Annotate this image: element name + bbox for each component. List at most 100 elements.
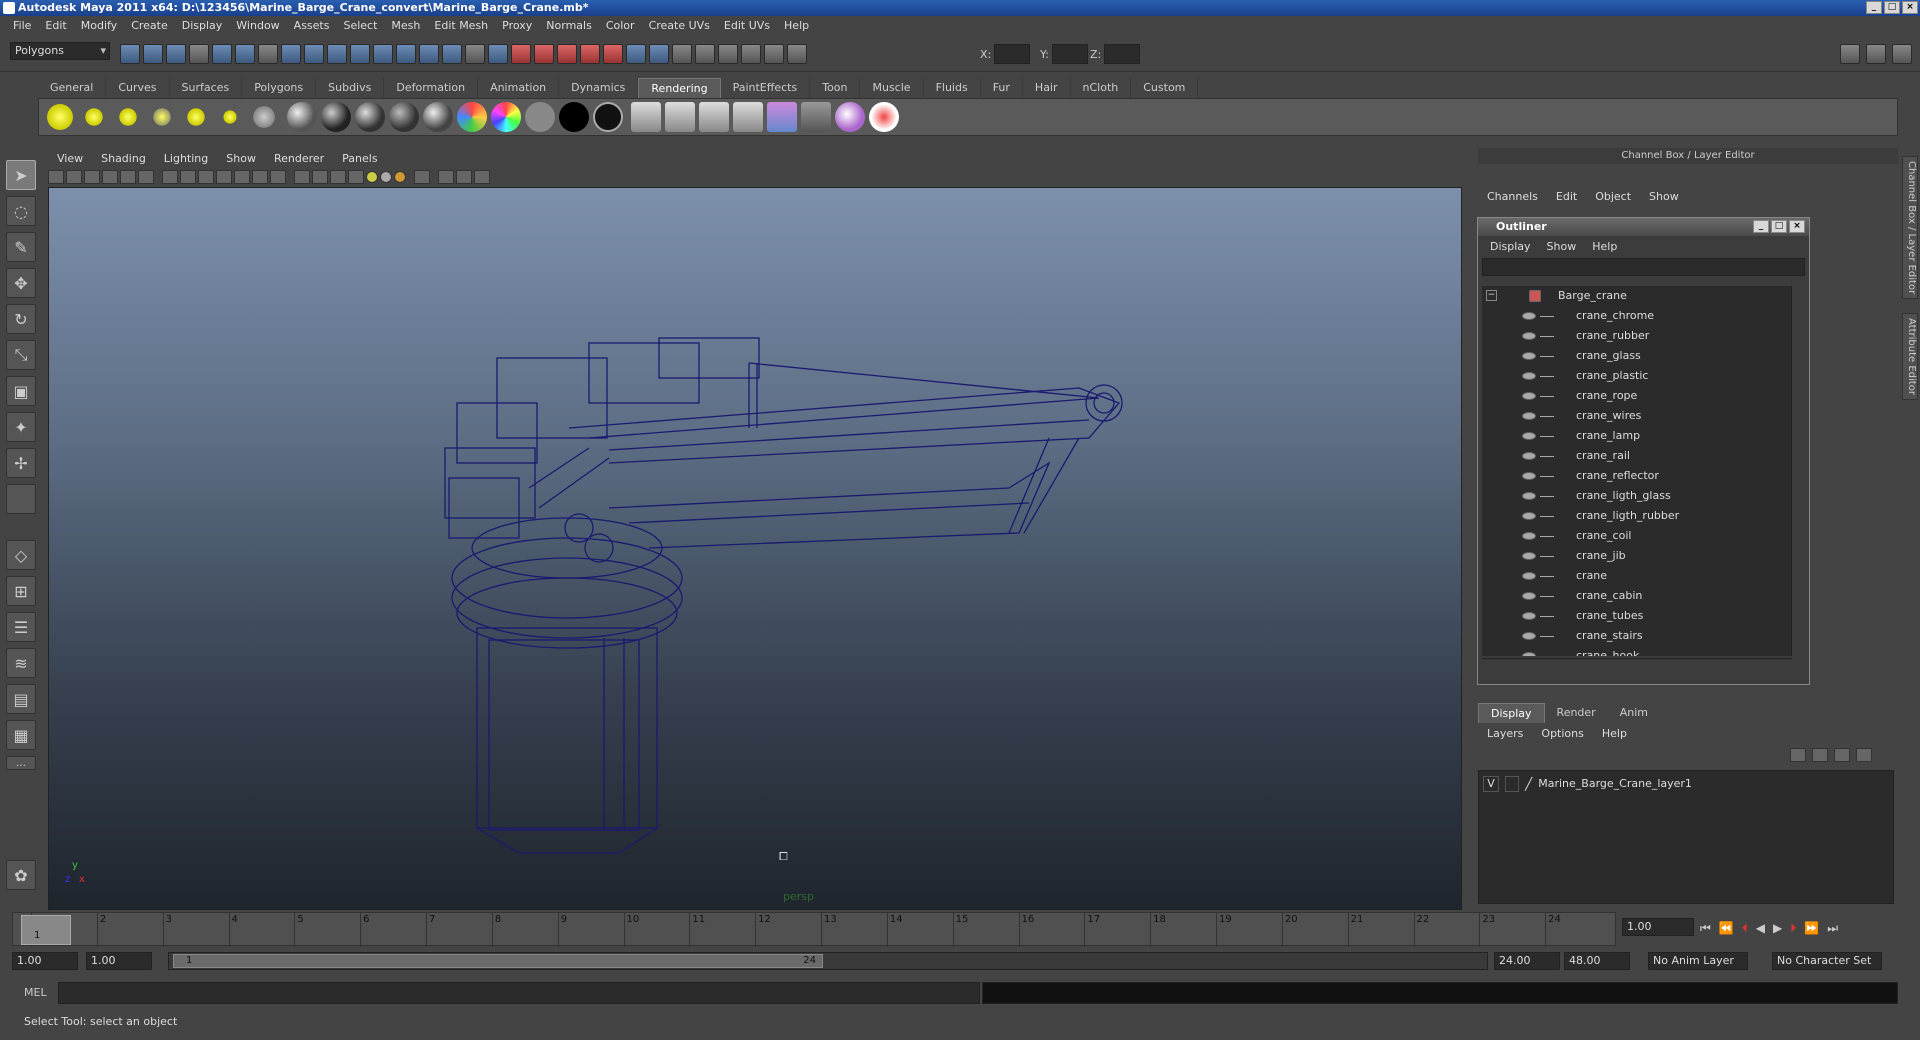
viewport-menu-renderer[interactable]: Renderer (265, 152, 333, 165)
cb-menu-show[interactable]: Show (1640, 188, 1688, 206)
move-layer-down-icon[interactable] (1812, 748, 1828, 762)
shelf-tab-fluids[interactable]: Fluids (924, 78, 981, 98)
step-back-icon[interactable]: ⏪ (1719, 921, 1734, 935)
side-tab-channel-box[interactable]: Channel Box / Layer Editor (1902, 156, 1918, 300)
select-deformers-icon[interactable] (373, 44, 393, 64)
rotate-tool-icon[interactable]: ↻ (6, 304, 36, 334)
shelf-tab-custom[interactable]: Custom (1131, 78, 1199, 98)
minimize-button[interactable]: _ (1866, 1, 1882, 14)
select-hierarchy-icon[interactable] (189, 44, 209, 64)
shelf-tab-hair[interactable]: Hair (1023, 78, 1071, 98)
step-back-key-icon[interactable]: ⏴ (1742, 921, 1748, 936)
high-quality-icon[interactable] (394, 171, 406, 183)
outliner-item[interactable]: crane_tubes (1482, 606, 1792, 626)
playback-end-field[interactable]: 24.00 (1494, 952, 1560, 970)
shelf-tab-curves[interactable]: Curves (106, 78, 170, 98)
soft-modification-icon[interactable]: ✦ (6, 412, 36, 442)
menu-create[interactable]: Create (124, 16, 175, 36)
shelf-tab-deformation[interactable]: Deformation (384, 78, 479, 98)
shelf-tab-dynamics[interactable]: Dynamics (559, 78, 639, 98)
maximize-button[interactable]: □ (1884, 1, 1900, 14)
single-perspective-layout-icon[interactable]: ◇ (6, 540, 36, 570)
range-slider[interactable]: 1 24 (168, 952, 1488, 970)
layer-tab-render[interactable]: Render (1545, 703, 1608, 723)
side-tab-attribute-editor[interactable]: Attribute Editor (1902, 313, 1918, 400)
render-settings-icon[interactable] (741, 44, 761, 64)
camera-icon[interactable] (249, 102, 279, 132)
outliner-horizontal-scrollbar[interactable] (1482, 658, 1792, 672)
step-forward-key-icon[interactable]: ⏵ (1790, 921, 1796, 936)
four-view-layout-icon[interactable]: ⊞ (6, 576, 36, 606)
outliner-vertical-scrollbar[interactable] (1791, 286, 1805, 656)
hypershade-persp-layout-icon[interactable]: ▤ (6, 684, 36, 714)
scale-tool-icon[interactable]: ⤡ (6, 340, 36, 370)
outliner-menu-display[interactable]: Display (1482, 240, 1539, 253)
cb-menu-edit[interactable]: Edit (1547, 188, 1586, 206)
lasso-tool-icon[interactable]: ◌ (6, 196, 36, 226)
outliner-item[interactable]: crane_cabin (1482, 586, 1792, 606)
volume-light-icon[interactable] (215, 102, 245, 132)
directional-light-icon[interactable] (79, 102, 109, 132)
xray-joints-icon[interactable] (456, 170, 472, 184)
menu-select[interactable]: Select (336, 16, 384, 36)
layer-menu-help[interactable]: Help (1593, 725, 1636, 743)
render-region-icon[interactable] (699, 102, 729, 132)
shelf-tab-fur[interactable]: Fur (981, 78, 1023, 98)
channel-box-toggle-icon[interactable] (1892, 44, 1912, 64)
outliner-maximize-button[interactable]: □ (1771, 220, 1787, 233)
save-scene-icon[interactable] (166, 44, 186, 64)
outliner-item[interactable]: crane_rail (1482, 446, 1792, 466)
ambient-light-icon[interactable] (45, 102, 75, 132)
show-manipulator-icon[interactable]: ✢ (6, 448, 36, 478)
select-tool-icon[interactable]: ➤ (6, 160, 36, 190)
layer-color-icon[interactable]: ╱ (1525, 775, 1532, 793)
outliner-close-button[interactable]: × (1789, 220, 1805, 233)
move-layer-up-icon[interactable] (1790, 748, 1806, 762)
lambert-material-icon[interactable] (321, 102, 351, 132)
outliner-menu-help[interactable]: Help (1584, 240, 1625, 253)
step-forward-icon[interactable]: ⏩ (1804, 921, 1819, 935)
smooth-shade-icon[interactable] (312, 170, 328, 184)
layered-shader-icon[interactable] (457, 102, 487, 132)
hypershade-icon[interactable] (764, 44, 784, 64)
two-d-pan-zoom-icon[interactable] (120, 170, 136, 184)
xray-components-icon[interactable] (474, 170, 490, 184)
menu-set-select[interactable]: Polygons ▾ (10, 42, 110, 60)
current-time-marker[interactable]: 1 (21, 915, 71, 945)
viewport-menu-panels[interactable]: Panels (333, 152, 386, 165)
render-view-icon[interactable] (672, 44, 692, 64)
shelf-tab-ncloth[interactable]: nCloth (1071, 78, 1132, 98)
close-button[interactable]: × (1902, 1, 1918, 14)
script-language-toggle[interactable]: MEL (24, 986, 47, 999)
y-field[interactable]: Y: (1040, 44, 1088, 64)
input-field-icon[interactable] (787, 44, 807, 64)
outliner-item[interactable]: crane_ligth_rubber (1482, 506, 1792, 526)
outliner-item[interactable]: crane_glass (1482, 346, 1792, 366)
anim-layer-select[interactable]: No Anim Layer (1648, 952, 1748, 970)
outliner-item[interactable]: crane_chrome (1482, 306, 1792, 326)
menu-modify[interactable]: Modify (74, 16, 124, 36)
phong-material-icon[interactable] (355, 102, 385, 132)
select-camera-icon[interactable] (48, 170, 64, 184)
wireframe-on-shaded-icon[interactable] (330, 170, 346, 184)
render-frame-icon[interactable] (695, 44, 715, 64)
cb-menu-channels[interactable]: Channels (1478, 188, 1547, 206)
history-icon[interactable] (626, 44, 646, 64)
gate-mask-icon[interactable] (216, 170, 232, 184)
modeling-toolkit-icon[interactable]: ✿ (6, 860, 36, 890)
select-handles-icon[interactable] (281, 44, 301, 64)
time-slider[interactable]: 123456789101112131415161718192021222324 … (12, 912, 1616, 947)
resolution-gate-icon[interactable] (198, 170, 214, 184)
select-object-icon[interactable] (212, 44, 232, 64)
select-dynamics-icon[interactable] (396, 44, 416, 64)
shelf-tab-painteffects[interactable]: PaintEffects (721, 78, 811, 98)
shelf-tab-general[interactable]: General (38, 78, 107, 98)
range-slider-handle[interactable]: 1 24 (173, 954, 823, 968)
new-empty-layer-icon[interactable] (1834, 748, 1850, 762)
outliner-item[interactable]: crane_rubber (1482, 326, 1792, 346)
wireframe-icon[interactable] (294, 170, 310, 184)
end-time-field[interactable]: 48.00 (1564, 952, 1630, 970)
outliner-menu-show[interactable]: Show (1539, 240, 1585, 253)
spot-light-icon[interactable] (147, 102, 177, 132)
menu-color[interactable]: Color (599, 16, 642, 36)
